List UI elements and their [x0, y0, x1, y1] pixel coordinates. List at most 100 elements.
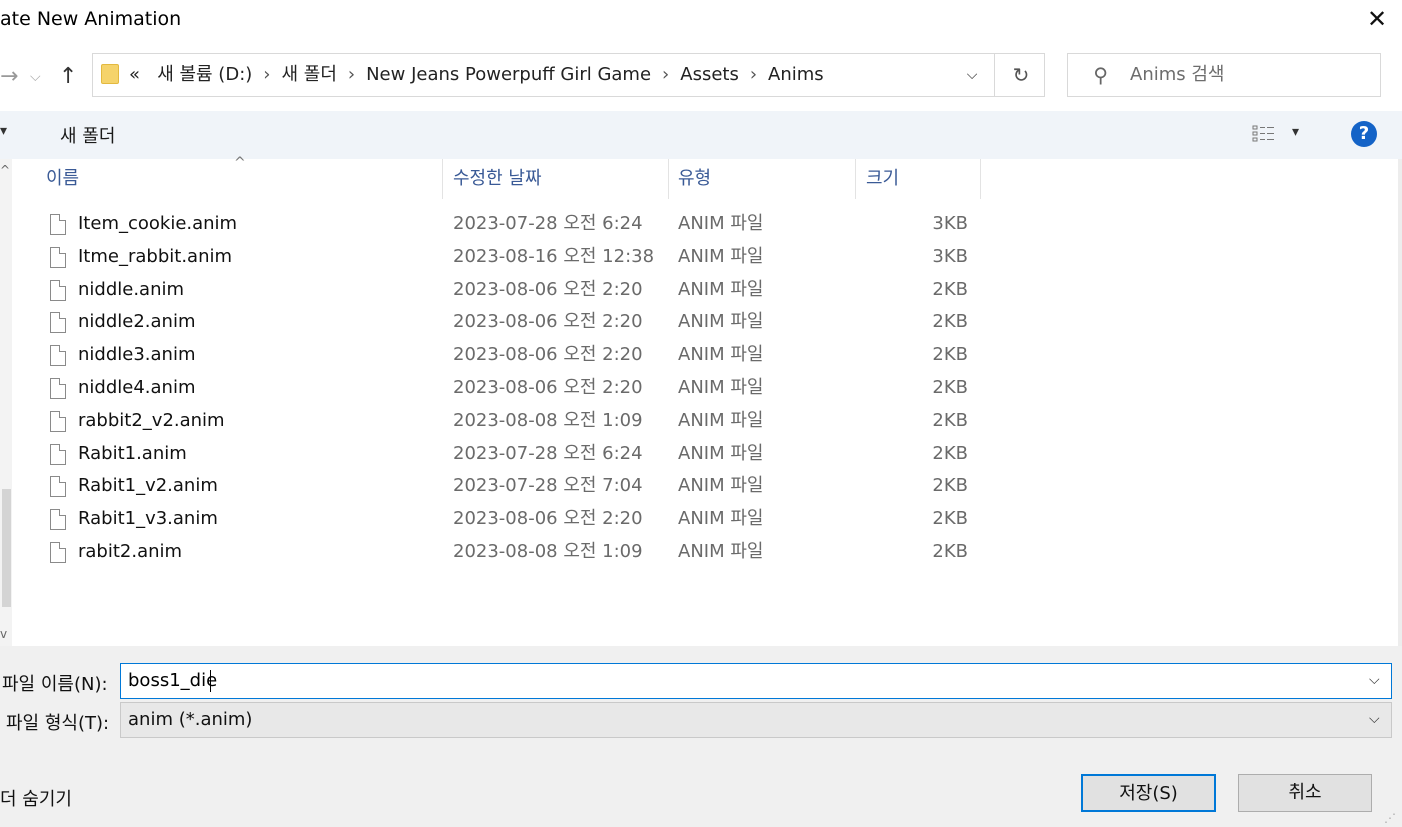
list-scrollbar[interactable] — [1398, 159, 1402, 646]
scrollbar-thumb[interactable] — [2, 489, 11, 607]
address-history-dropdown[interactable]: ⌵ — [961, 64, 983, 86]
breadcrumb-separator[interactable]: › — [662, 64, 669, 85]
file-date: 2023-08-08 오전 1:09 — [453, 409, 643, 431]
file-name: Rabit1.anim — [78, 442, 187, 464]
file-type: ANIM 파일 — [678, 213, 764, 234]
cancel-button[interactable]: 취소 — [1238, 774, 1372, 812]
breadcrumb-separator[interactable]: › — [263, 64, 270, 85]
file-icon — [50, 312, 66, 334]
file-icon — [50, 509, 66, 531]
file-type: ANIM 파일 — [678, 344, 764, 366]
save-panel: 파일 이름(N): boss1_die ⌵ 파일 형식(T): anim (*.… — [0, 646, 1402, 827]
column-header-date[interactable]: 수정한 날짜 — [453, 159, 542, 199]
search-input[interactable]: Anims 검색 — [1130, 54, 1224, 96]
organize-dropdown[interactable]: ▾ — [0, 123, 7, 139]
refresh-button[interactable]: ↻ — [1007, 62, 1035, 88]
filename-dropdown-icon[interactable]: ⌵ — [1369, 672, 1380, 688]
column-header-size[interactable]: 크기 — [866, 159, 899, 199]
column-divider[interactable] — [980, 159, 981, 199]
breadcrumb-separator[interactable]: › — [348, 64, 355, 85]
file-row[interactable]: Rabit1.anim 2023-07-28 오전 6:24 ANIM 파일 2KB — [12, 437, 992, 470]
file-row[interactable]: rabit2.anim 2023-08-08 오전 1:09 ANIM 파일 2KB — [12, 535, 992, 568]
file-size: 2KB — [932, 541, 968, 562]
column-divider[interactable] — [668, 159, 669, 199]
file-row[interactable]: niddle.anim 2023-08-06 오전 2:20 ANIM 파일 2KB — [12, 273, 992, 306]
folder-icon — [101, 64, 119, 84]
file-row[interactable]: Itme_rabbit.anim 2023-08-16 오전 12:38 ANIM … — [12, 240, 992, 273]
file-name: niddle2.anim — [78, 311, 196, 333]
file-row[interactable]: niddle3.anim 2023-08-06 오전 2:20 ANIM 파일 2KB — [12, 338, 992, 371]
file-date: 2023-08-16 오전 12:38 — [453, 245, 655, 267]
view-options-dropdown[interactable]: ▾ — [1292, 124, 1299, 140]
view-details-icon[interactable] — [1252, 125, 1276, 143]
file-name: Rabit1_v2.anim — [78, 475, 218, 497]
file-row[interactable]: Item_cookie.anim 2023-07-28 오전 6:24 ANIM 파… — [12, 207, 992, 240]
scroll-down-icon[interactable]: v — [0, 627, 7, 641]
text-caret — [210, 670, 211, 692]
scroll-up-icon[interactable]: ^ — [0, 163, 10, 177]
column-header-type[interactable]: 유형 — [678, 159, 711, 199]
file-row[interactable]: rabbit2_v2.anim 2023-08-08 오전 1:09 ANIM 파일… — [12, 404, 992, 437]
file-row[interactable]: niddle4.anim 2023-08-06 오전 2:20 ANIM 파일 2KB — [12, 371, 992, 404]
resize-grip-icon[interactable]: ⋰ — [1384, 811, 1396, 825]
file-icon — [50, 378, 66, 399]
sort-ascending-icon: ^ — [234, 155, 246, 171]
file-icon — [50, 410, 66, 432]
breadcrumb-anims[interactable]: Anims — [768, 64, 824, 85]
file-size: 2KB — [932, 508, 968, 530]
hide-folders-toggle[interactable]: 더 숨기기 — [0, 785, 72, 811]
address-bar[interactable]: « 새 볼륨 (D:) › 새 폴더 › New Jeans Powerpuff Gir… — [92, 53, 1045, 97]
help-button[interactable]: ? — [1351, 121, 1377, 147]
file-date: 2023-08-06 오전 2:20 — [453, 508, 643, 530]
filetype-dropdown-icon[interactable]: ⌵ — [1369, 711, 1380, 727]
column-divider[interactable] — [855, 159, 856, 199]
new-folder-button[interactable]: 새 폴더 — [60, 122, 115, 148]
file-type: ANIM 파일 — [678, 475, 764, 497]
filename-input[interactable]: boss1_die ⌵ — [120, 663, 1392, 699]
breadcrumb-separator[interactable]: › — [750, 64, 757, 85]
file-icon — [50, 279, 66, 301]
file-icon — [50, 214, 66, 235]
filename-label: 파일 이름(N): — [2, 674, 108, 695]
file-name: Rabit1_v3.anim — [78, 508, 218, 530]
breadcrumb-drive[interactable]: 새 볼륨 (D:) — [157, 64, 252, 85]
breadcrumb-new-folder[interactable]: 새 폴더 — [281, 64, 336, 85]
file-date: 2023-07-28 오전 6:24 — [453, 442, 643, 464]
file-size: 2KB — [932, 278, 968, 300]
file-size: 2KB — [932, 475, 968, 497]
file-row[interactable]: niddle2.anim 2023-08-06 오전 2:20 ANIM 파일 2KB — [12, 305, 992, 338]
file-date: 2023-08-06 오전 2:20 — [453, 377, 643, 398]
file-icon — [50, 443, 66, 465]
file-icon — [50, 476, 66, 498]
file-name: niddle.anim — [78, 278, 185, 300]
filetype-select[interactable]: anim (*.anim) ⌵ — [120, 702, 1392, 738]
search-icon: ⚲ — [1093, 63, 1108, 87]
file-row[interactable]: Rabit1_v2.anim 2023-07-28 오전 7:04 ANIM 파일 2… — [12, 469, 992, 502]
file-row[interactable]: Rabit1_v3.anim 2023-08-06 오전 2:20 ANIM 파일 2… — [12, 502, 992, 535]
navigation-pane-scrollbar[interactable]: ^ v — [0, 159, 12, 646]
column-divider[interactable] — [442, 159, 443, 199]
forward-button[interactable]: → — [0, 62, 18, 92]
file-date: 2023-08-06 오전 2:20 — [453, 278, 643, 300]
file-name: Itme_rabbit.anim — [78, 245, 233, 267]
file-type: ANIM 파일 — [678, 541, 764, 562]
up-button[interactable]: ↑ — [59, 62, 77, 92]
column-header-name[interactable]: 이름 — [46, 159, 79, 199]
breadcrumb-game[interactable]: New Jeans Powerpuff Girl Game — [366, 64, 651, 85]
search-box[interactable]: ⚲ Anims 검색 — [1067, 53, 1381, 97]
command-bar: ▾ 새 폴더 ▾ ? — [0, 111, 1402, 159]
address-divider — [994, 54, 995, 96]
filetype-label: 파일 형식(T): — [6, 713, 110, 734]
file-type: ANIM 파일 — [678, 377, 764, 398]
file-type: ANIM 파일 — [678, 442, 764, 464]
breadcrumb-assets[interactable]: Assets — [680, 64, 739, 85]
close-button[interactable]: ✕ — [1364, 5, 1390, 33]
breadcrumb-overflow[interactable]: « — [129, 64, 140, 85]
file-type: ANIM 파일 — [678, 311, 764, 333]
recent-locations-dropdown[interactable]: ⌵ — [30, 62, 41, 92]
save-button[interactable]: 저장(S) — [1081, 774, 1216, 812]
file-type: ANIM 파일 — [678, 245, 764, 267]
file-type: ANIM 파일 — [678, 409, 764, 431]
file-name: Item_cookie.anim — [78, 213, 238, 234]
filename-value: boss1_die — [128, 670, 218, 691]
